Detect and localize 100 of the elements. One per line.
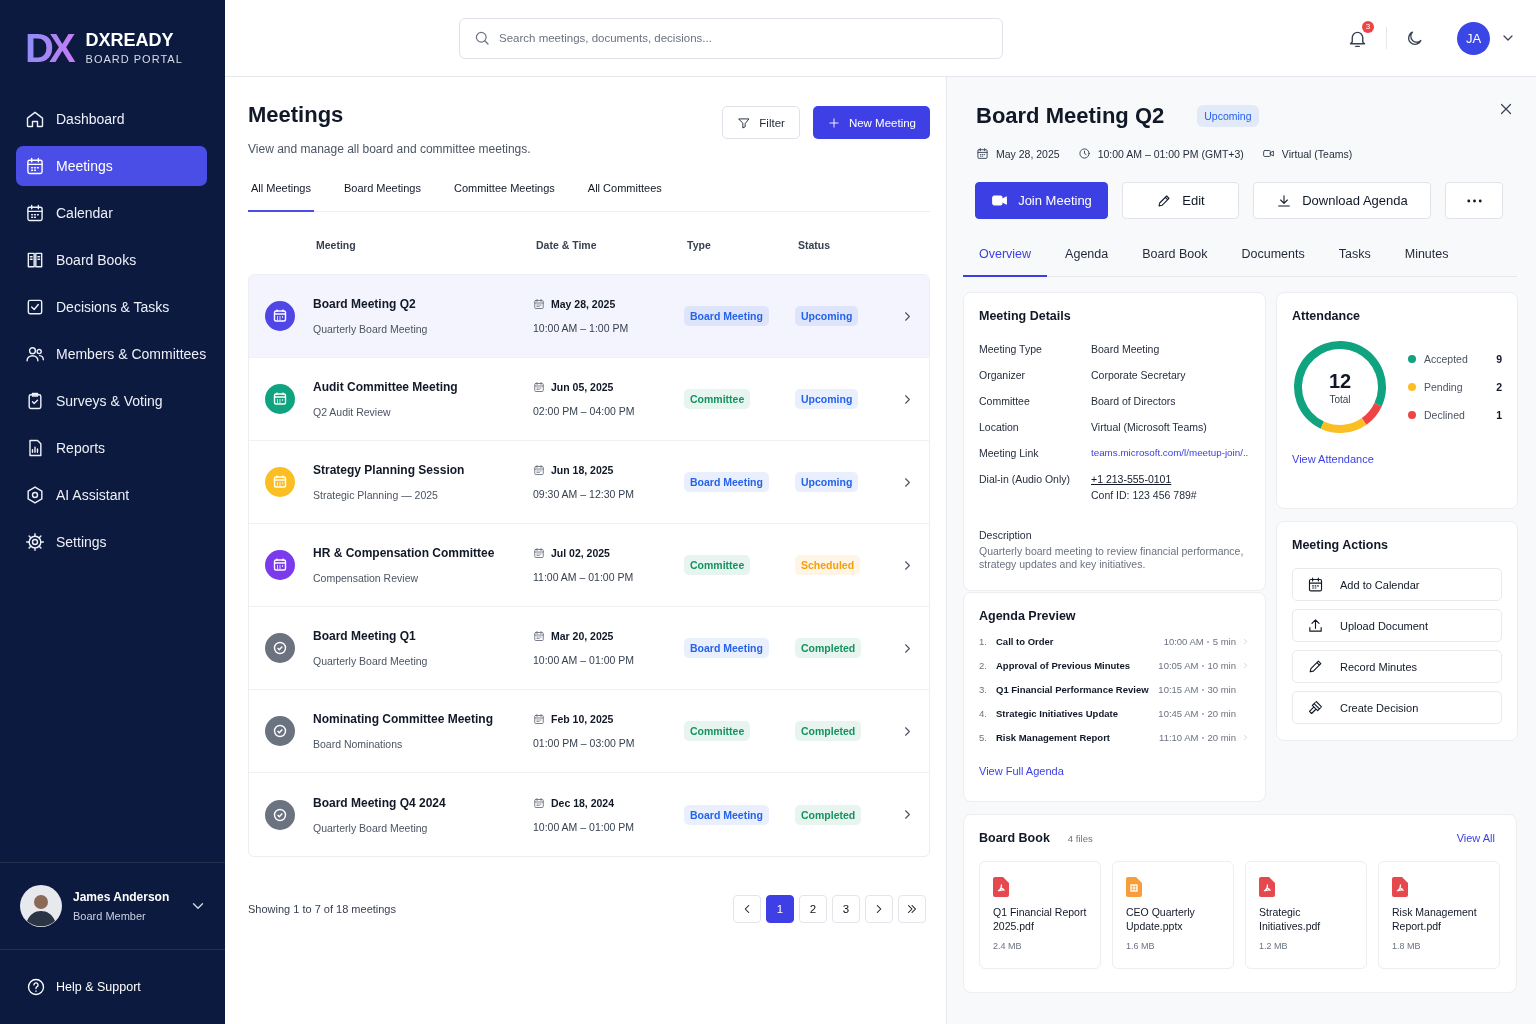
meeting-row[interactable]: Nominating Committee Meeting Board Nominations Feb 10, 2025 01:00 PM – 03:00 PM Committee Completed (249, 690, 929, 773)
action-item[interactable]: Record Minutes (1292, 650, 1502, 683)
legend-label: Pending (1424, 381, 1463, 393)
clipboard-icon (25, 391, 45, 411)
user-role: Board Member (73, 910, 147, 922)
file-card[interactable]: Strategic Initiatives.pdf 1.2 MB (1245, 861, 1367, 969)
agenda-item-title: Strategic Initiatives Update (996, 708, 1119, 719)
view-agenda-link[interactable]: View Full Agenda (979, 765, 1064, 777)
meeting-row[interactable]: Board Meeting Q4 2024 Quarterly Board Meeting Dec 18, 2024 10:00 AM – 01:00 PM Board Meeting Completed (249, 773, 929, 856)
people-icon (25, 344, 45, 364)
action-item[interactable]: Add to Calendar (1292, 568, 1502, 601)
status-tag: Upcoming (795, 306, 859, 326)
tab[interactable]: Board Book (1126, 247, 1224, 277)
description-label: Description (979, 529, 1033, 541)
column-header: Date & Time (535, 238, 598, 251)
agenda-duration: 20 min (1207, 732, 1236, 743)
nav-item[interactable]: Board Books (16, 240, 207, 280)
card-title: Agenda Preview (979, 609, 1077, 623)
status-tag: Upcoming (795, 389, 859, 409)
pencil-icon (1307, 658, 1324, 675)
tab[interactable]: Agenda (1049, 247, 1125, 277)
tab[interactable]: Committee Meetings (450, 182, 558, 212)
nav-item[interactable]: Meetings (16, 146, 207, 186)
help-link[interactable]: Help & Support (26, 977, 141, 997)
status-tag: Upcoming (795, 472, 859, 492)
detail-label: Meeting Type (979, 343, 1043, 355)
filter-button[interactable]: Filter (722, 106, 800, 139)
moon-icon[interactable] (1405, 28, 1424, 48)
double-chevron-icon[interactable] (905, 902, 919, 916)
tab[interactable]: Board Meetings (340, 182, 424, 212)
calendar-icon (533, 298, 545, 310)
new-button[interactable]: New Meeting (812, 106, 930, 139)
meeting-row[interactable]: Board Meeting Q1 Quarterly Board Meeting Mar 20, 2025 10:00 AM – 01:00 PM Board Meeting Completed (249, 607, 929, 690)
page-button[interactable]: 3 (832, 895, 860, 923)
meeting-subtitle: Q2 Audit Review (313, 406, 392, 418)
tab[interactable]: All Meetings (248, 182, 314, 212)
nav-item[interactable]: Settings (16, 522, 207, 562)
calendar-icon (25, 203, 45, 223)
nav-item[interactable]: Members & Committees (16, 334, 207, 374)
page-button[interactable]: 2 (799, 895, 827, 923)
meeting-time: 10:00 AM – 01:00 PM (533, 654, 635, 666)
meeting-date: Jul 02, 2025 (551, 547, 610, 559)
file-name: Strategic Initiatives.pdf (1259, 905, 1322, 934)
tab[interactable]: Minutes (1388, 247, 1465, 277)
action-item[interactable]: Create Decision (1292, 691, 1502, 724)
meeting-link[interactable]: teams.microsoft.com/l/meetup-join/.. (1091, 447, 1250, 459)
action-button[interactable]: Download Agenda (1253, 182, 1431, 219)
meeting-title: Board Meeting Q1 (313, 629, 417, 643)
upload-icon (1307, 617, 1324, 634)
action-item[interactable]: Upload Document (1292, 609, 1502, 642)
calendar-icon (1307, 576, 1324, 593)
page-title: Meetings (248, 102, 345, 128)
tab[interactable]: Overview (963, 247, 1048, 277)
column-header: Status (797, 238, 832, 251)
status-tag: Completed (795, 721, 862, 741)
file-name: Q1 Financial Report 2025.pdf (993, 905, 1088, 934)
calendar-icon (533, 713, 545, 725)
nav-item[interactable]: Decisions & Tasks (16, 287, 207, 327)
nav-item[interactable]: AI Assistant (16, 475, 207, 515)
meeting-row[interactable]: HR & Compensation Committee Compensation Review Jul 02, 2025 11:00 AM – 01:00 PM Committee Scheduled (249, 524, 929, 607)
join-button[interactable]: Join Meeting (975, 182, 1108, 219)
nav-item[interactable]: Calendar (16, 193, 207, 233)
detail-label: Committee (979, 395, 1031, 407)
file-name: Risk Management Report.pdf (1392, 905, 1478, 934)
view-all-link[interactable]: View All (1456, 832, 1495, 844)
search-field[interactable]: Search meetings, documents, decisions... (459, 17, 1003, 59)
tab[interactable]: Tasks (1322, 247, 1387, 277)
file-card[interactable]: CEO Quarterly Update.pptx 1.6 MB (1112, 861, 1234, 969)
file-icon (1126, 877, 1142, 897)
meeting-row[interactable]: Audit Committee Meeting Q2 Audit Review Jun 05, 2025 02:00 PM – 04:00 PM Committee Upcoming (249, 358, 929, 441)
user-avatar-button[interactable]: JA (1457, 21, 1490, 55)
clock-icon (1077, 147, 1091, 160)
gavel-icon (1307, 699, 1324, 716)
tab[interactable]: Documents (1225, 247, 1321, 277)
view-attendance-link[interactable]: View Attendance (1292, 453, 1374, 465)
agenda-time: 10:00 AM (1163, 636, 1204, 647)
nav-item[interactable]: Reports (16, 428, 207, 468)
meeting-row[interactable]: Board Meeting Q2 Quarterly Board Meeting May 28, 2025 10:00 AM – 1:00 PM Board Meeting Upcoming (249, 275, 929, 358)
tab[interactable]: All Committees (584, 182, 665, 212)
status-tag: Upcoming (1197, 105, 1259, 127)
meeting-row[interactable]: Strategy Planning Session Strategic Planning — 2025 Jun 18, 2025 09:30 AM – 12:30 PM Board Meeting Upcoming (249, 441, 929, 524)
conference-id: Conf ID: 123 456 789# (1091, 489, 1198, 501)
meeting-title: Board Meeting Q4 2024 (313, 795, 447, 810)
action-button[interactable]: Edit (1122, 182, 1239, 219)
meeting-subtitle: Board Nominations (313, 738, 404, 750)
user-name: James Anderson (73, 890, 170, 904)
nav-item[interactable]: Surveys & Voting (16, 381, 207, 421)
file-card[interactable]: Q1 Financial Report 2025.pdf 2.4 MB (979, 861, 1101, 969)
page-button[interactable]: 1 (766, 895, 794, 923)
meeting-info: Virtual (Teams) (1281, 147, 1353, 160)
meeting-time: 11:00 AM – 01:00 PM (533, 571, 635, 583)
agenda-item-title: Q1 Financial Performance Review (996, 684, 1150, 695)
detail-label: Organizer (979, 369, 1027, 381)
user-avatar (20, 885, 62, 927)
file-size: 1.8 MB (1392, 941, 1422, 952)
phone-link[interactable]: +1 213-555-0101 (1091, 473, 1172, 485)
file-card[interactable]: Risk Management Report.pdf 1.8 MB (1378, 861, 1500, 969)
detail-value: Virtual (Microsoft Teams) (1091, 421, 1208, 433)
nav-item[interactable]: Dashboard (16, 99, 207, 139)
meeting-subtitle: Quarterly Board Meeting (313, 821, 429, 834)
